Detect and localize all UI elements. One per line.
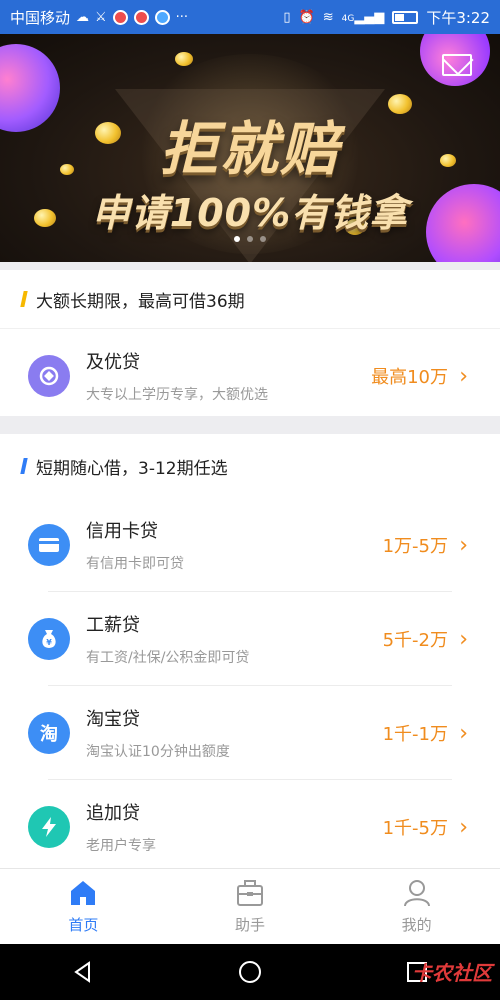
carrier-label: 中国移动 [10,8,71,27]
product-amount: 5千-2万 [382,630,448,651]
section-title: 短期随心借，3-12期任选 [36,458,228,479]
weather-cloud-icon: ☁ [76,9,90,25]
briefcase-icon [235,878,265,908]
chevron-right-icon: › [459,363,468,389]
section-large-loans: 大额长期限，最高可借36期 及优贷 大专以上学历专享，大额优选 最高10万 › [0,270,500,416]
watermark-text: 卡农社区 [412,961,492,985]
section-accent-bar [20,291,28,307]
section-short-loans: 短期随心借，3-12期任选 信用卡贷 有信用卡即可贷 1万-5万 › ¥ 工薪贷… [0,434,500,868]
product-amount: 最高10万 [371,367,448,388]
product-item-salary-loan[interactable]: ¥ 工薪贷 有工资/社保/公积金即可贷 5千-2万 › [0,592,500,686]
product-name: 工薪贷 [86,615,140,636]
status-bar: 中国移动 ☁ ⚔ ··· ▯ ⏰ ≋ 4G▂▄▆ 下午3:22 [0,0,500,34]
section-title: 大额长期限，最高可借36期 [36,291,245,312]
carousel-dot[interactable] [260,236,266,242]
section-accent-bar [20,458,28,474]
notification-icon: ⚔ [95,9,107,25]
battery-icon [392,10,419,24]
tab-assistant[interactable]: 助手 [167,869,334,944]
signal-icon: 4G▂▄▆ [341,9,385,25]
product-name: 追加贷 [86,803,140,824]
product-amount: 1千-1万 [382,724,448,745]
more-dots-icon: ··· [175,9,189,25]
credit-card-icon [28,524,70,566]
product-item-credit-card-loan[interactable]: 信用卡贷 有信用卡即可贷 1万-5万 › [0,498,500,592]
chevron-right-icon: › [459,814,468,840]
diamond-icon [28,354,70,397]
product-item-jiyoudai[interactable]: 及优贷 大专以上学历专享，大额优选 最高10万 › [0,328,500,422]
chevron-right-icon: › [459,720,468,746]
home-circle-icon[interactable] [238,960,262,984]
product-name: 及优贷 [86,351,140,373]
svg-text:¥: ¥ [46,638,52,647]
app-icon-red [112,9,128,25]
profile-icon [402,878,432,908]
carousel-dot[interactable] [234,236,240,242]
tab-label: 助手 [235,916,266,934]
taobao-icon: 淘 [28,712,70,754]
product-desc: 有工资/社保/公积金即可贷 [86,650,250,666]
banner-title: 拒就赔 [159,115,340,183]
product-item-additional-loan[interactable]: 追加贷 老用户专享 1千-5万 › [0,780,500,874]
banner-subtitle: 申请100%有钱拿 [91,191,409,235]
wifi-icon: ≋ [322,9,334,25]
product-item-taobao-loan[interactable]: 淘 淘宝贷 淘宝认证10分钟出额度 1千-1万 › [0,686,500,780]
product-name: 淘宝贷 [86,709,140,730]
app-icon-blue [154,9,170,25]
lightning-icon [28,806,70,848]
section-header: 短期随心借，3-12期任选 [0,434,500,498]
coin-decor [175,52,193,66]
alarm-icon: ⏰ [298,9,315,25]
app-icon-red-2 [133,9,149,25]
money-bag-icon: ¥ [28,618,70,660]
product-name: 信用卡贷 [86,521,158,542]
product-desc: 有信用卡即可贷 [86,556,184,572]
product-desc: 大专以上学历专享，大额优选 [86,386,268,403]
product-amount: 1万-5万 [382,536,448,557]
tab-home[interactable]: 首页 [0,869,167,944]
bottom-tab-bar: 首页 助手 我的 [0,868,500,944]
product-desc: 淘宝认证10分钟出额度 [86,744,230,760]
clock-label: 下午3:22 [426,8,490,27]
tab-label: 首页 [68,916,99,934]
chevron-right-icon: › [459,532,468,558]
carousel-indicator [0,236,500,242]
mail-icon[interactable] [442,54,472,76]
chevron-right-icon: › [459,626,468,652]
vibrate-icon: ▯ [283,9,291,25]
tab-profile[interactable]: 我的 [333,869,500,944]
section-header: 大额长期限，最高可借36期 [0,270,500,328]
tab-label: 我的 [401,916,432,934]
back-icon[interactable] [71,960,95,984]
home-icon [68,878,98,908]
product-desc: 老用户专享 [86,838,156,854]
carousel-dot[interactable] [247,236,253,242]
promo-banner[interactable]: 拒就赔 申请100%有钱拿 [0,34,500,262]
product-amount: 1千-5万 [382,818,448,839]
